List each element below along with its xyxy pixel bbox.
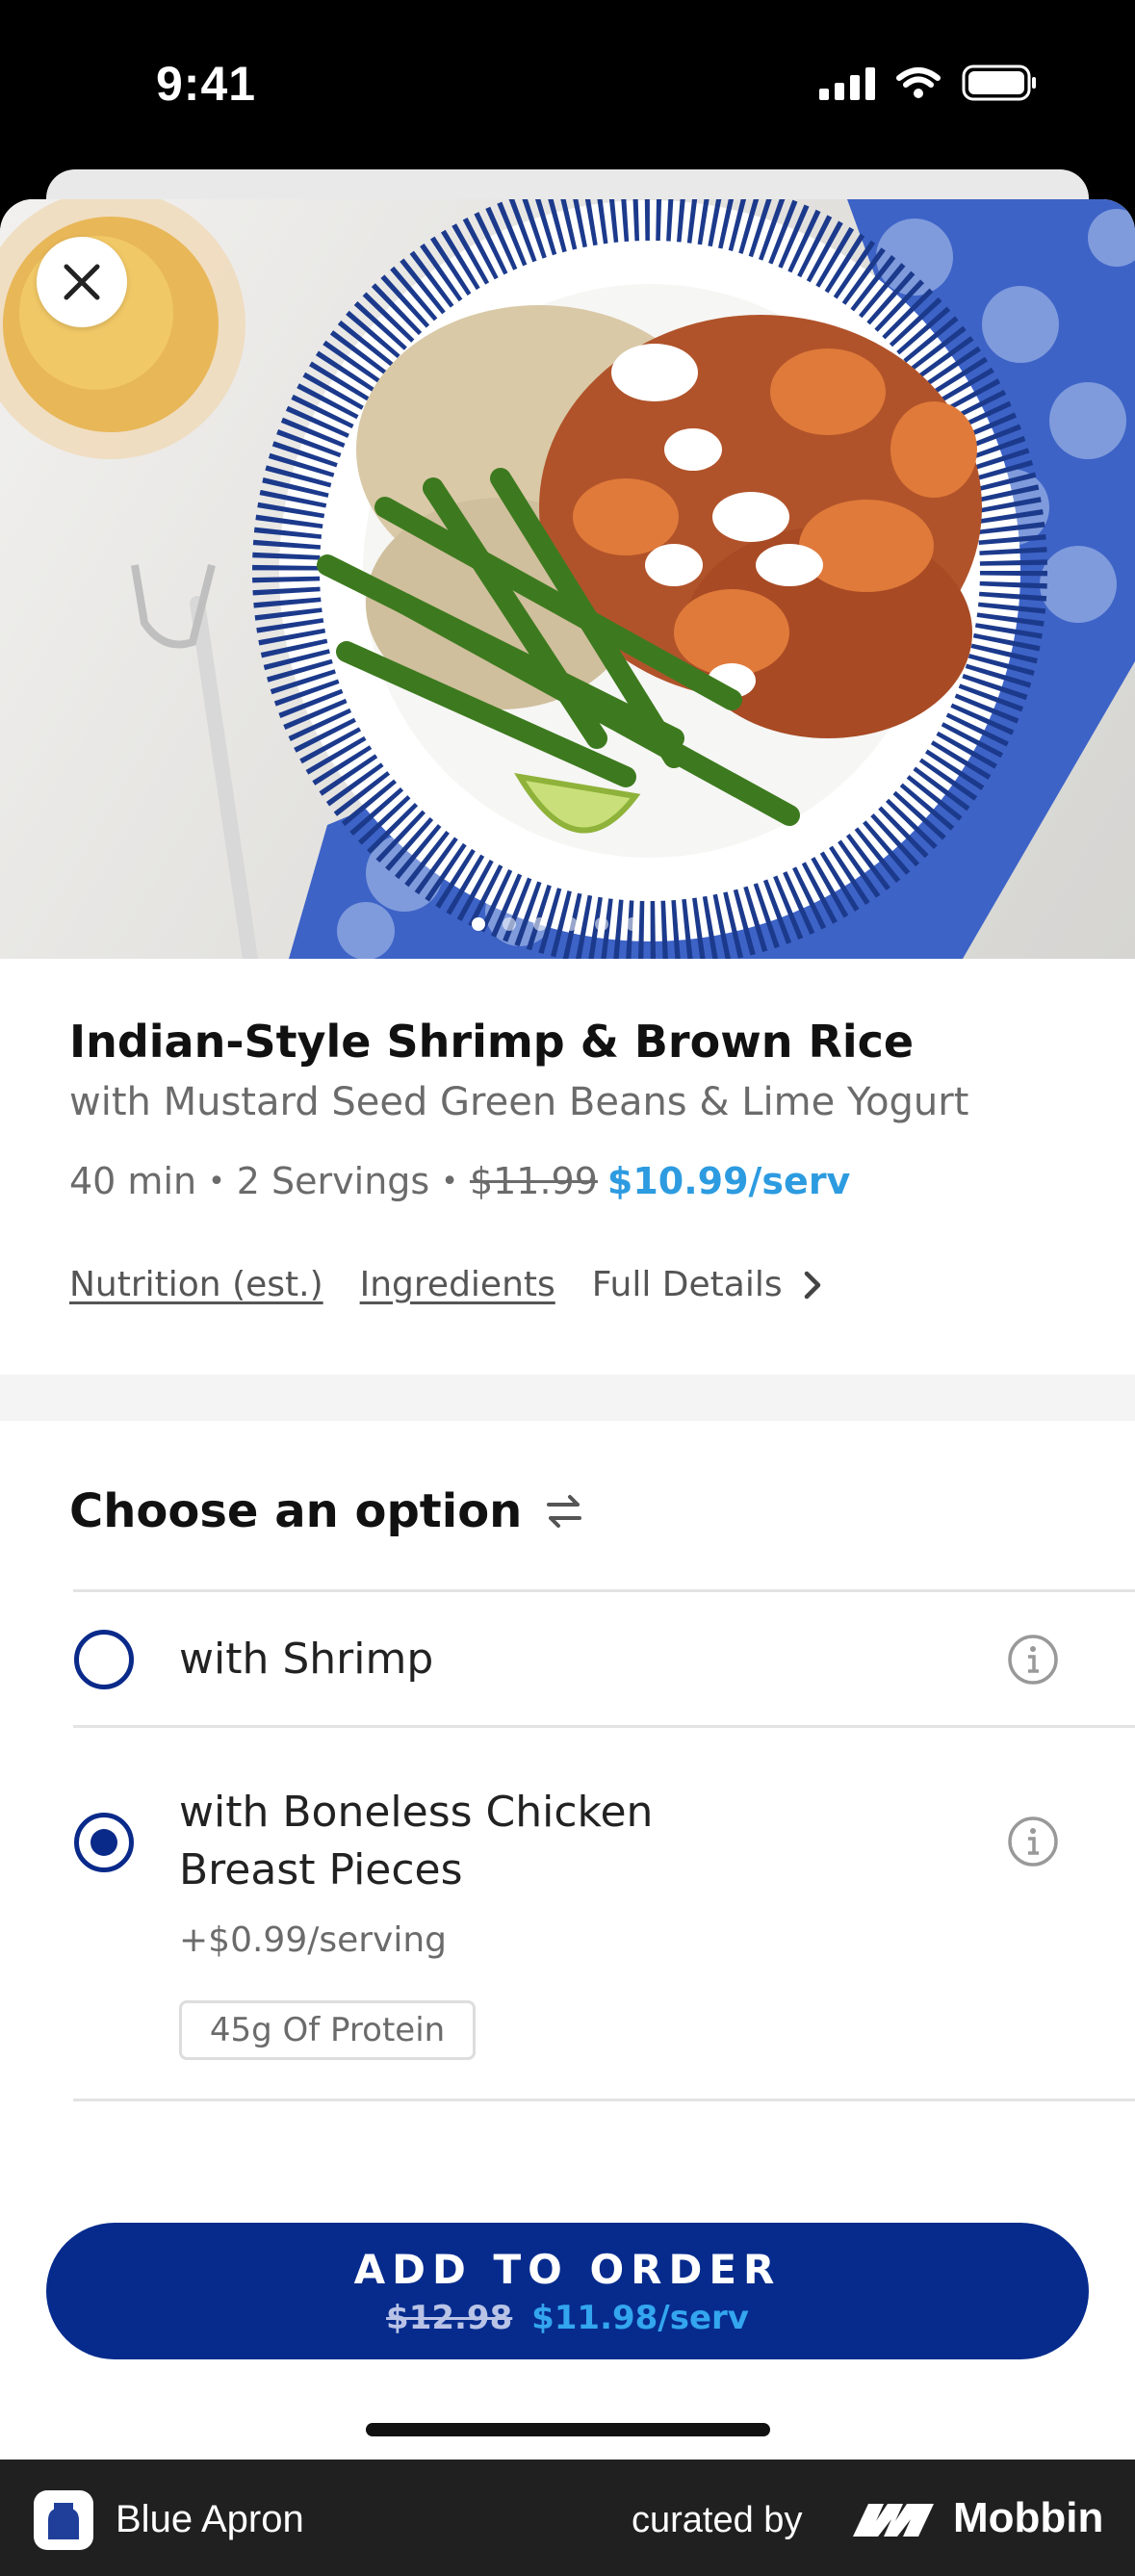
recipe-sheet: Indian-Style Shrimp & Brown Rice with Mu… <box>0 199 1135 2460</box>
battery-icon <box>962 64 1036 101</box>
carousel-dot[interactable] <box>564 917 578 931</box>
full-details-label: Full Details <box>591 1265 783 1304</box>
nutrition-link[interactable]: Nutrition (est.) <box>69 1265 323 1304</box>
option-divider <box>73 1589 1135 1592</box>
ingredients-link[interactable]: Ingredients <box>360 1265 555 1304</box>
servings: 2 Servings <box>236 1160 430 1202</box>
option-divider <box>73 2099 1135 2101</box>
option-divider <box>73 1725 1135 1728</box>
blue-apron-logo-icon <box>34 2490 93 2550</box>
options-heading-label: Choose an option <box>69 1484 523 1538</box>
recipe-title: Indian-Style Shrimp & Brown Rice <box>69 1016 915 1068</box>
status-bar: 9:41 <box>0 0 1135 168</box>
add-to-order-label: ADD TO ORDER <box>353 2245 782 2293</box>
cta-price: $11.98/serv <box>531 2298 749 2337</box>
original-price: $11.99 <box>469 1160 598 1202</box>
status-icons <box>819 64 1039 102</box>
add-to-order-button[interactable]: ADD TO ORDER $12.98 $11.98/serv <box>46 2223 1089 2359</box>
status-time: 9:41 <box>156 57 257 111</box>
swap-icon <box>547 1495 582 1528</box>
carousel-dot[interactable] <box>503 917 516 931</box>
mobbin-logo-icon <box>853 2504 934 2537</box>
chevron-right-icon <box>804 1271 820 1299</box>
info-icon[interactable] <box>1006 1815 1060 1868</box>
discounted-price: $10.99/serv <box>606 1160 851 1202</box>
option-label-line2: Breast Pieces <box>179 1845 463 1894</box>
info-icon[interactable] <box>1006 1633 1060 1687</box>
carousel-dot[interactable] <box>472 917 485 931</box>
wifi-icon <box>896 67 941 98</box>
section-divider <box>0 1375 1135 1421</box>
option-label-line1: with Boneless Chicken <box>179 1788 654 1837</box>
option-radio-selected[interactable] <box>74 1813 134 1872</box>
separator-dot: • <box>208 1164 225 1198</box>
image-carousel-dots[interactable] <box>472 917 639 931</box>
home-indicator[interactable] <box>366 2423 770 2436</box>
options-heading: Choose an option <box>69 1484 583 1538</box>
cta-original-price: $12.98 <box>386 2298 513 2337</box>
close-icon <box>64 264 100 300</box>
full-details-link[interactable]: Full Details <box>592 1265 821 1304</box>
separator-dot: • <box>441 1164 458 1198</box>
close-button[interactable] <box>37 237 127 327</box>
recipe-subtitle: with Mustard Seed Green Beans & Lime Yog… <box>69 1080 969 1124</box>
carousel-dot[interactable] <box>595 917 608 931</box>
recipe-photo-illustration <box>0 199 1135 959</box>
option-upcharge: +$0.99/serving <box>179 1920 448 1960</box>
protein-badge: 45g Of Protein <box>179 2000 476 2060</box>
option-radio[interactable] <box>74 1630 134 1689</box>
cook-time: 40 min <box>69 1160 197 1202</box>
footer-curated-by: curated by <box>632 2500 803 2540</box>
footer-brand: Mobbin <box>953 2494 1104 2541</box>
carousel-dot[interactable] <box>533 917 547 931</box>
carousel-dot[interactable] <box>626 917 639 931</box>
recipe-meta: 40 min • 2 Servings • $11.99 $10.99/serv <box>69 1160 850 1202</box>
recipe-links: Nutrition (est.) Ingredients Full Detail… <box>69 1265 821 1304</box>
attribution-footer: Blue Apron curated by Mobbin <box>0 2460 1135 2576</box>
cellular-signal-icon <box>819 65 875 100</box>
footer-app-name: Blue Apron <box>116 2498 304 2540</box>
add-to-order-prices: $12.98 $11.98/serv <box>386 2299 749 2337</box>
option-label: with Shrimp <box>179 1635 434 1684</box>
recipe-photo[interactable] <box>0 199 1135 959</box>
